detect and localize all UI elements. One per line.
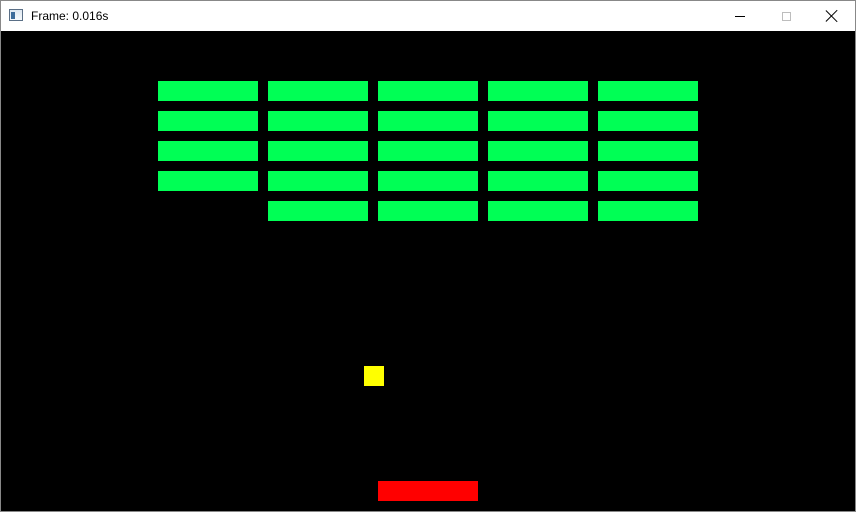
game-window: Frame: 0.016s [0, 0, 856, 512]
brick [158, 141, 258, 161]
ball [364, 366, 384, 386]
brick [378, 81, 478, 101]
close-button[interactable] [809, 1, 855, 31]
brick [488, 141, 588, 161]
app-window-icon [9, 9, 23, 21]
window-title: Frame: 0.016s [31, 9, 109, 23]
brick [158, 111, 258, 131]
brick [598, 141, 698, 161]
brick [598, 111, 698, 131]
maximize-button[interactable] [763, 1, 809, 31]
title-bar[interactable]: Frame: 0.016s [1, 1, 855, 31]
brick [268, 171, 368, 191]
brick [488, 111, 588, 131]
brick [158, 81, 258, 101]
brick [488, 81, 588, 101]
brick [378, 141, 478, 161]
game-canvas[interactable] [1, 31, 855, 511]
brick [268, 201, 368, 221]
brick [598, 171, 698, 191]
brick [268, 111, 368, 131]
brick [268, 141, 368, 161]
minimize-icon [735, 15, 745, 17]
close-icon [826, 10, 838, 22]
brick [598, 81, 698, 101]
brick [378, 111, 478, 131]
brick [268, 81, 368, 101]
minimize-button[interactable] [717, 1, 763, 31]
brick [488, 201, 588, 221]
brick [378, 201, 478, 221]
maximize-icon [781, 11, 791, 21]
brick [488, 171, 588, 191]
brick [158, 171, 258, 191]
brick [598, 201, 698, 221]
brick [378, 171, 478, 191]
paddle[interactable] [378, 481, 478, 501]
